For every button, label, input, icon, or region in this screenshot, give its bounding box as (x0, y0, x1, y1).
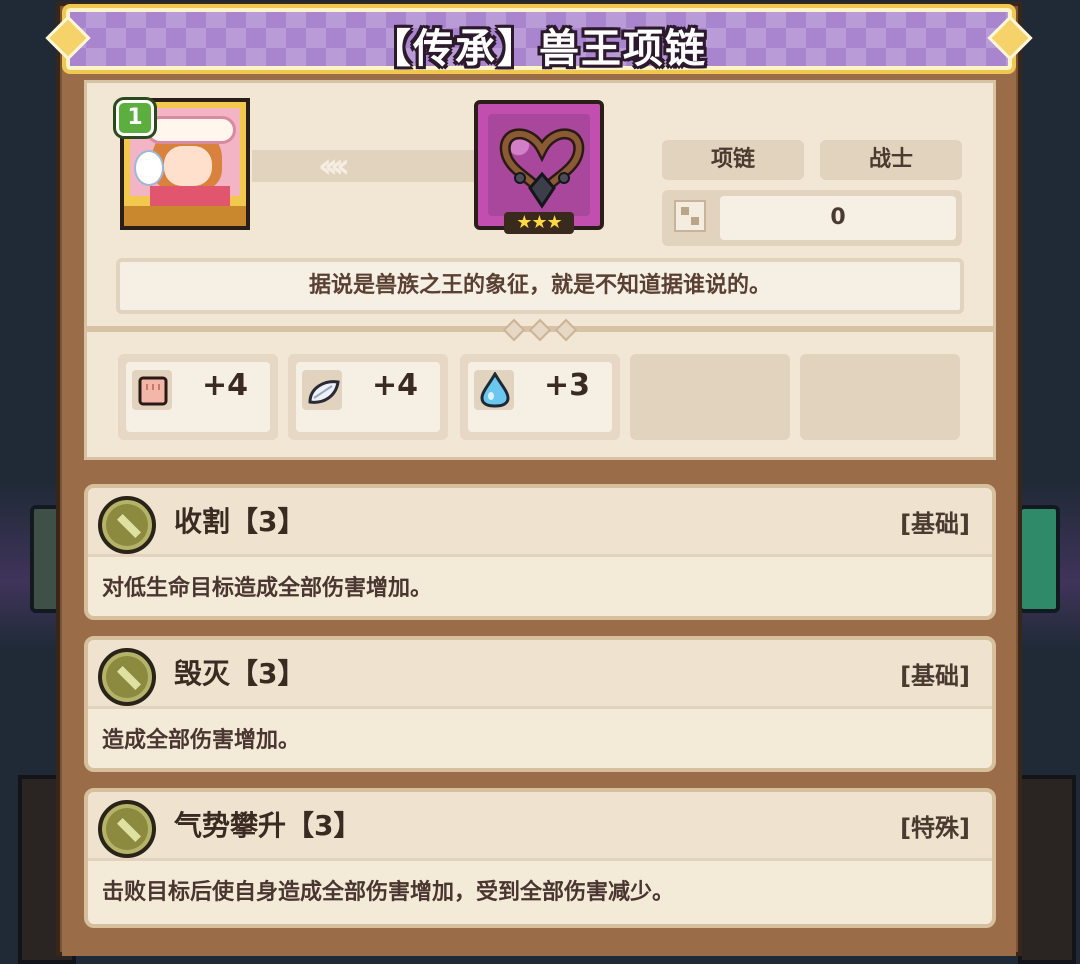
item-description: 据说是兽族之王的象征，就是不知道据谁说的。 (116, 258, 964, 314)
transfer-arrow-track (252, 150, 474, 182)
stat-value: +3 (544, 368, 591, 403)
sword-skill-icon (98, 800, 156, 858)
skill-name: 气势攀升【3】 (174, 809, 362, 842)
fist-icon (138, 376, 168, 406)
item-class-tag: 战士 (820, 140, 962, 180)
water-drop-icon (480, 372, 510, 408)
inventory-icon (674, 200, 706, 232)
item-title: 【传承】兽王项链 (371, 26, 707, 72)
sword-skill-icon (98, 496, 156, 554)
stat-value: +4 (202, 368, 249, 403)
stat-slot-1: +4 (118, 354, 278, 440)
skill-type: [基础] (900, 510, 970, 538)
hero-level-badge: 1 (116, 100, 154, 136)
divider-ornament-icon (492, 318, 588, 342)
sword-skill-icon (98, 648, 156, 706)
background-panel-right (1018, 775, 1076, 964)
stat-slot-3: +3 (460, 354, 620, 440)
skill-card[interactable]: 收割【3】 [基础] 对低生命目标造成全部伤害增加。 (84, 484, 996, 620)
stat-value: +4 (372, 368, 419, 403)
necklace-item-icon[interactable] (474, 100, 604, 230)
skill-name: 收割【3】 (174, 505, 306, 538)
skill-type: [基础] (900, 662, 970, 690)
stat-slot-2: +4 (288, 354, 448, 440)
item-count-value: 0 (720, 196, 956, 240)
necklace-icon (499, 128, 585, 209)
skill-description: 造成全部伤害增加。 (102, 728, 301, 753)
background-side-tab-right (1018, 505, 1060, 613)
skill-description: 击败目标后使自身造成全部伤害增加，受到全部伤害减少。 (102, 880, 675, 905)
feather-icon (308, 380, 340, 404)
skill-type: [特殊] (900, 814, 970, 842)
item-rarity-stars: ★★★ (504, 212, 574, 234)
title-banner: 【传承】兽王项链 (45, 4, 1033, 74)
skill-name: 毁灭【3】 (174, 657, 306, 690)
skill-description: 对低生命目标造成全部伤害增加。 (102, 576, 433, 601)
skill-card[interactable]: 气势攀升【3】 [特殊] 击败目标后使自身造成全部伤害增加，受到全部伤害减少。 (84, 788, 996, 928)
stat-slot-empty-2 (800, 354, 960, 440)
item-slot-tag: 项链 (662, 140, 804, 180)
left-arrows-icon: ‹‹‹‹ (318, 146, 350, 186)
skill-card[interactable]: 毁灭【3】 [基础] 造成全部伤害增加。 (84, 636, 996, 772)
stat-slot-empty-1 (630, 354, 790, 440)
